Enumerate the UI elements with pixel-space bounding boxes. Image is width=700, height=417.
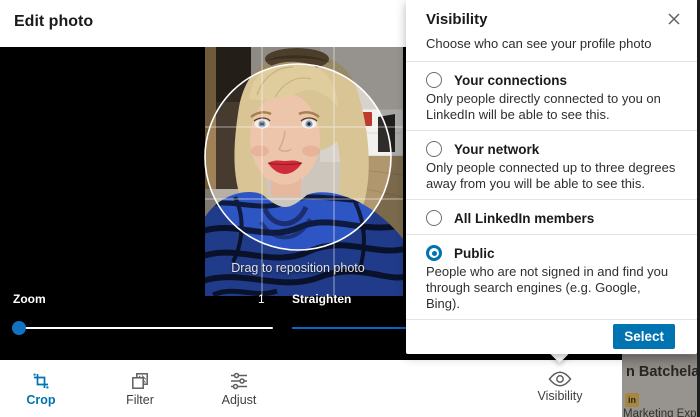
option-all-linkedin-members[interactable]: All LinkedIn members — [406, 200, 697, 235]
background-profile-name: n Batchelar — [626, 364, 697, 380]
tab-crop[interactable]: Crop — [9, 360, 73, 417]
tab-adjust-label: Adjust — [207, 393, 271, 407]
radio-your-network[interactable] — [426, 141, 442, 157]
linkedin-badge-icon: in — [625, 393, 639, 407]
tab-visibility[interactable]: Visibility — [528, 360, 592, 417]
screen: n Batchelar in Marketing Exper Edit phot… — [0, 0, 700, 417]
option-label: Your network — [454, 142, 539, 157]
zoom-value: 1 — [258, 292, 265, 306]
crop-icon — [31, 371, 51, 391]
background-profile-page: n Batchelar in Marketing Exper — [622, 355, 697, 417]
tab-adjust[interactable]: Adjust — [207, 360, 271, 417]
adjust-icon — [229, 371, 249, 391]
drag-hint-text: Drag to reposition photo — [198, 261, 398, 275]
option-your-connections[interactable]: Your connections Only people directly co… — [406, 62, 697, 131]
select-button[interactable]: Select — [613, 324, 675, 349]
close-icon[interactable] — [663, 8, 685, 30]
option-your-network[interactable]: Your network Only people connected up to… — [406, 131, 697, 200]
option-public[interactable]: Public People who are not signed in and … — [406, 235, 697, 320]
visibility-popover: Visibility Choose who can see your profi… — [406, 0, 697, 354]
photo-canvas[interactable] — [205, 47, 403, 296]
radio-all-linkedin-members[interactable] — [426, 210, 442, 226]
radio-your-connections[interactable] — [426, 72, 442, 88]
tab-visibility-label: Visibility — [528, 389, 592, 403]
zoom-slider-track[interactable] — [18, 327, 273, 329]
radio-public[interactable] — [426, 245, 442, 261]
option-label: Public — [454, 246, 495, 261]
filter-icon — [130, 371, 150, 391]
zoom-slider-label: Zoom — [13, 292, 46, 306]
option-description: People who are not signed in and find yo… — [426, 264, 677, 311]
popover-title: Visibility — [426, 11, 677, 28]
tab-filter-label: Filter — [108, 393, 172, 407]
option-label: All LinkedIn members — [454, 211, 594, 226]
option-label: Your connections — [454, 73, 567, 88]
background-profile-headline: Marketing Exper — [623, 408, 697, 417]
straighten-slider-label: Straighten — [292, 292, 351, 306]
tab-crop-label: Crop — [9, 393, 73, 407]
popover-header: Visibility Choose who can see your profi… — [406, 0, 697, 62]
option-description: Only people directly connected to you on… — [426, 91, 677, 122]
straighten-slider-track[interactable] — [292, 327, 412, 329]
option-description: Only people connected up to three degree… — [426, 160, 677, 191]
eye-icon — [548, 371, 572, 387]
profile-photo-image — [205, 47, 403, 296]
zoom-slider-thumb[interactable] — [12, 321, 26, 335]
tab-filter[interactable]: Filter — [108, 360, 172, 417]
popover-subtitle: Choose who can see your profile photo — [426, 36, 677, 51]
editor-toolbar: Crop Filter — [0, 360, 622, 417]
